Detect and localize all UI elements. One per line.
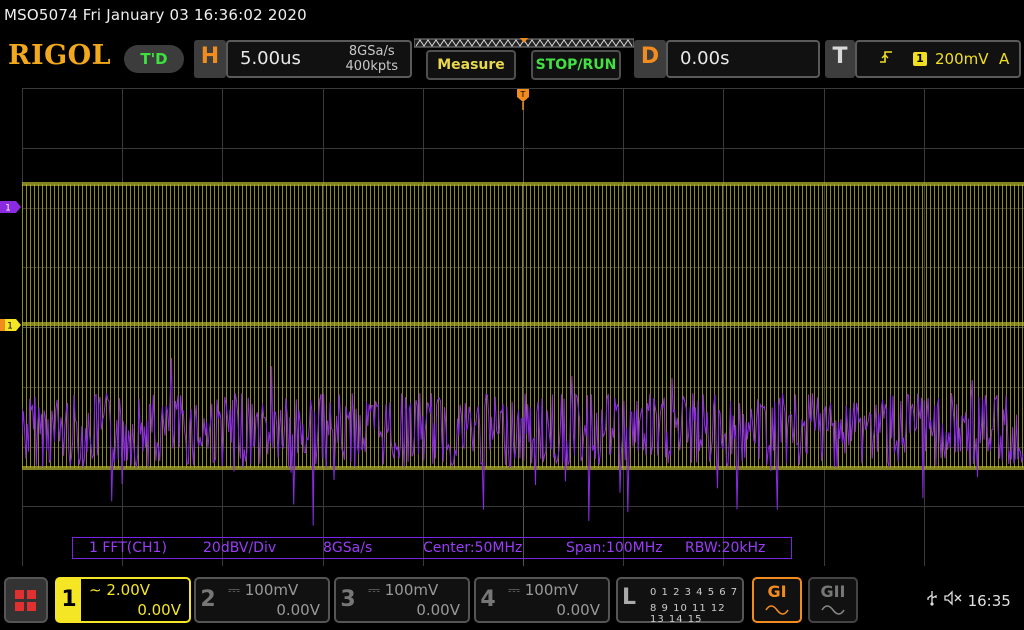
grid-menu-icon xyxy=(15,590,36,611)
sample-rate: 8GSa/s xyxy=(348,44,395,59)
delay-value: 0.00s xyxy=(680,48,730,69)
timebase-value: 5.00us xyxy=(240,48,301,69)
sine-wave-icon xyxy=(821,605,845,615)
generator-1-button[interactable]: GI xyxy=(752,577,802,623)
logic-letter: L xyxy=(622,585,637,610)
generator-1-label: GI xyxy=(767,582,787,601)
rising-edge-icon xyxy=(879,49,893,69)
measure-button[interactable]: Measure xyxy=(426,50,516,80)
svg-text:1: 1 xyxy=(7,322,13,332)
fft-scale: 20dBV/Div xyxy=(203,540,277,556)
trigger-level: 200mV xyxy=(935,50,989,68)
status-area: 16:35 xyxy=(926,590,1011,610)
channel-number: 2 xyxy=(200,587,216,612)
channel-number: 4 xyxy=(480,587,496,612)
fft-channel-marker[interactable]: 1 xyxy=(0,200,22,214)
trigger-panel[interactable]: 1 200mV A xyxy=(855,40,1021,78)
fft-label: 1 FFT(CH1) xyxy=(89,540,167,556)
dc-coupling-icon: ⎓ xyxy=(368,581,380,599)
channel-4-button[interactable]: 4 ⎓ 100mV 0.00V xyxy=(474,577,610,623)
memory-depth: 400kpts xyxy=(345,59,398,74)
clock-time: 16:35 xyxy=(967,592,1011,610)
channel-number: 3 xyxy=(340,587,356,612)
channel-offset: 0.00V xyxy=(416,601,460,619)
generator-2-button[interactable]: GII xyxy=(808,577,858,623)
svg-text:1: 1 xyxy=(5,204,11,214)
delay-menu-button[interactable]: D xyxy=(634,40,666,78)
trigger-position-marker[interactable]: T xyxy=(516,88,530,110)
window-title: MSO5074 Fri January 03 16:36:02 2020 xyxy=(4,6,307,24)
speaker-muted-icon[interactable] xyxy=(943,590,968,610)
delay-panel[interactable]: 0.00s xyxy=(666,40,820,78)
trigger-source-badge: 1 xyxy=(913,52,927,66)
trigger-mode: A xyxy=(999,50,1010,68)
fft-sample-rate: 8GSa/s xyxy=(323,540,373,556)
channel-scale: ⎓ 100mV xyxy=(228,581,299,599)
channel-scale: ⎓ 100mV xyxy=(508,581,579,599)
run-state-badge: T'D xyxy=(124,45,184,73)
dc-coupling-icon: ⎓ xyxy=(508,581,520,599)
channel-scale: ∼ 2.00V xyxy=(89,581,151,599)
brand-logo: RIGOL xyxy=(8,40,112,71)
horizontal-menu-button[interactable]: H xyxy=(194,40,226,78)
ac-coupling-icon: ∼ xyxy=(89,581,102,599)
svg-text:T: T xyxy=(520,90,526,99)
fft-span: Span:100MHz xyxy=(566,540,663,556)
trigger-menu-button[interactable]: T xyxy=(825,40,855,78)
channel-offset: 0.00V xyxy=(276,601,320,619)
stop-run-button[interactable]: STOP/RUN xyxy=(531,50,621,80)
memory-position-indicator xyxy=(414,38,634,48)
channel-offset: 0.00V xyxy=(556,601,600,619)
acquisition-info: 8GSa/s 400kpts xyxy=(346,44,398,74)
ch1-offset-marker[interactable]: 1 xyxy=(0,318,22,332)
logic-channels-row2: 8 9 10 11 12 13 14 15 xyxy=(650,603,726,625)
fft-rbw: RBW:20kHz xyxy=(685,540,766,556)
logic-channels-row1: 0 1 2 3 4 5 6 7 xyxy=(650,587,739,598)
horizontal-panel[interactable]: 5.00us 8GSa/s 400kpts xyxy=(226,40,412,78)
channel-3-button[interactable]: 3 ⎓ 100mV 0.00V xyxy=(334,577,470,623)
channel-2-button[interactable]: 2 ⎓ 100mV 0.00V xyxy=(194,577,330,623)
channel-1-button[interactable]: 1 ∼ 2.00V 0.00V xyxy=(55,577,191,623)
channel-offset: 0.00V xyxy=(137,601,181,619)
sine-wave-icon xyxy=(765,605,789,615)
fft-center: Center:50MHz xyxy=(423,540,523,556)
main-menu-button[interactable] xyxy=(4,577,48,623)
waveform-display[interactable] xyxy=(22,88,1024,566)
generator-2-label: GII xyxy=(820,582,846,601)
channel-number: 1 xyxy=(57,579,81,621)
usb-icon xyxy=(926,591,943,610)
fft-info-bar[interactable]: 1 FFT(CH1) 20dBV/Div 8GSa/s Center:50MHz… xyxy=(72,537,792,559)
logic-analyzer-button[interactable]: L 0 1 2 3 4 5 6 7 8 9 10 11 12 13 14 15 xyxy=(616,577,744,625)
channel-scale: ⎓ 100mV xyxy=(368,581,439,599)
dc-coupling-icon: ⎓ xyxy=(228,581,240,599)
